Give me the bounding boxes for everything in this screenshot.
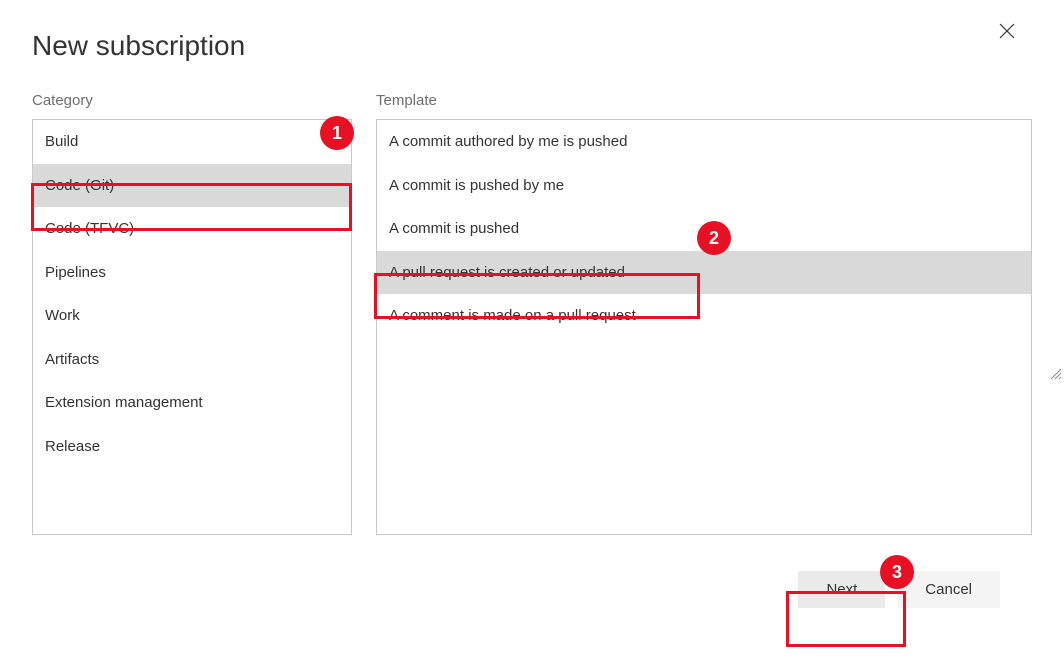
category-item[interactable]: Code (TFVC) bbox=[33, 207, 351, 251]
category-listbox[interactable]: BuildCode (Git)Code (TFVC)PipelinesWorkA… bbox=[32, 119, 352, 535]
dialog-title: New subscription bbox=[32, 30, 1032, 62]
template-item[interactable]: A commit is pushed bbox=[377, 207, 1031, 251]
template-column: Template A commit authored by me is push… bbox=[376, 92, 1032, 535]
close-icon bbox=[999, 23, 1015, 39]
category-column: Category BuildCode (Git)Code (TFVC)Pipel… bbox=[32, 92, 352, 535]
template-item[interactable]: A pull request is created or updated bbox=[377, 251, 1031, 295]
template-item[interactable]: A commit authored by me is pushed bbox=[377, 120, 1031, 164]
resize-grip-icon bbox=[1048, 366, 1062, 380]
category-item[interactable]: Extension management bbox=[33, 381, 351, 425]
category-item[interactable]: Code (Git) bbox=[33, 164, 351, 208]
category-item[interactable]: Build bbox=[33, 120, 351, 164]
button-row: Next Cancel bbox=[32, 571, 1032, 608]
template-item[interactable]: A comment is made on a pull request bbox=[377, 294, 1031, 338]
new-subscription-dialog: New subscription Category BuildCode (Git… bbox=[0, 0, 1064, 668]
category-label: Category bbox=[32, 92, 352, 109]
category-item[interactable]: Release bbox=[33, 425, 351, 469]
template-item[interactable]: A commit is pushed by me bbox=[377, 164, 1031, 208]
cancel-button[interactable]: Cancel bbox=[897, 571, 1000, 608]
template-listbox[interactable]: A commit authored by me is pushedA commi… bbox=[376, 119, 1032, 535]
template-label: Template bbox=[376, 92, 1032, 109]
next-button[interactable]: Next bbox=[798, 571, 885, 608]
category-item[interactable]: Work bbox=[33, 294, 351, 338]
close-button[interactable] bbox=[998, 22, 1016, 40]
columns-wrapper: Category BuildCode (Git)Code (TFVC)Pipel… bbox=[32, 92, 1032, 535]
category-item[interactable]: Artifacts bbox=[33, 338, 351, 382]
category-item[interactable]: Pipelines bbox=[33, 251, 351, 295]
